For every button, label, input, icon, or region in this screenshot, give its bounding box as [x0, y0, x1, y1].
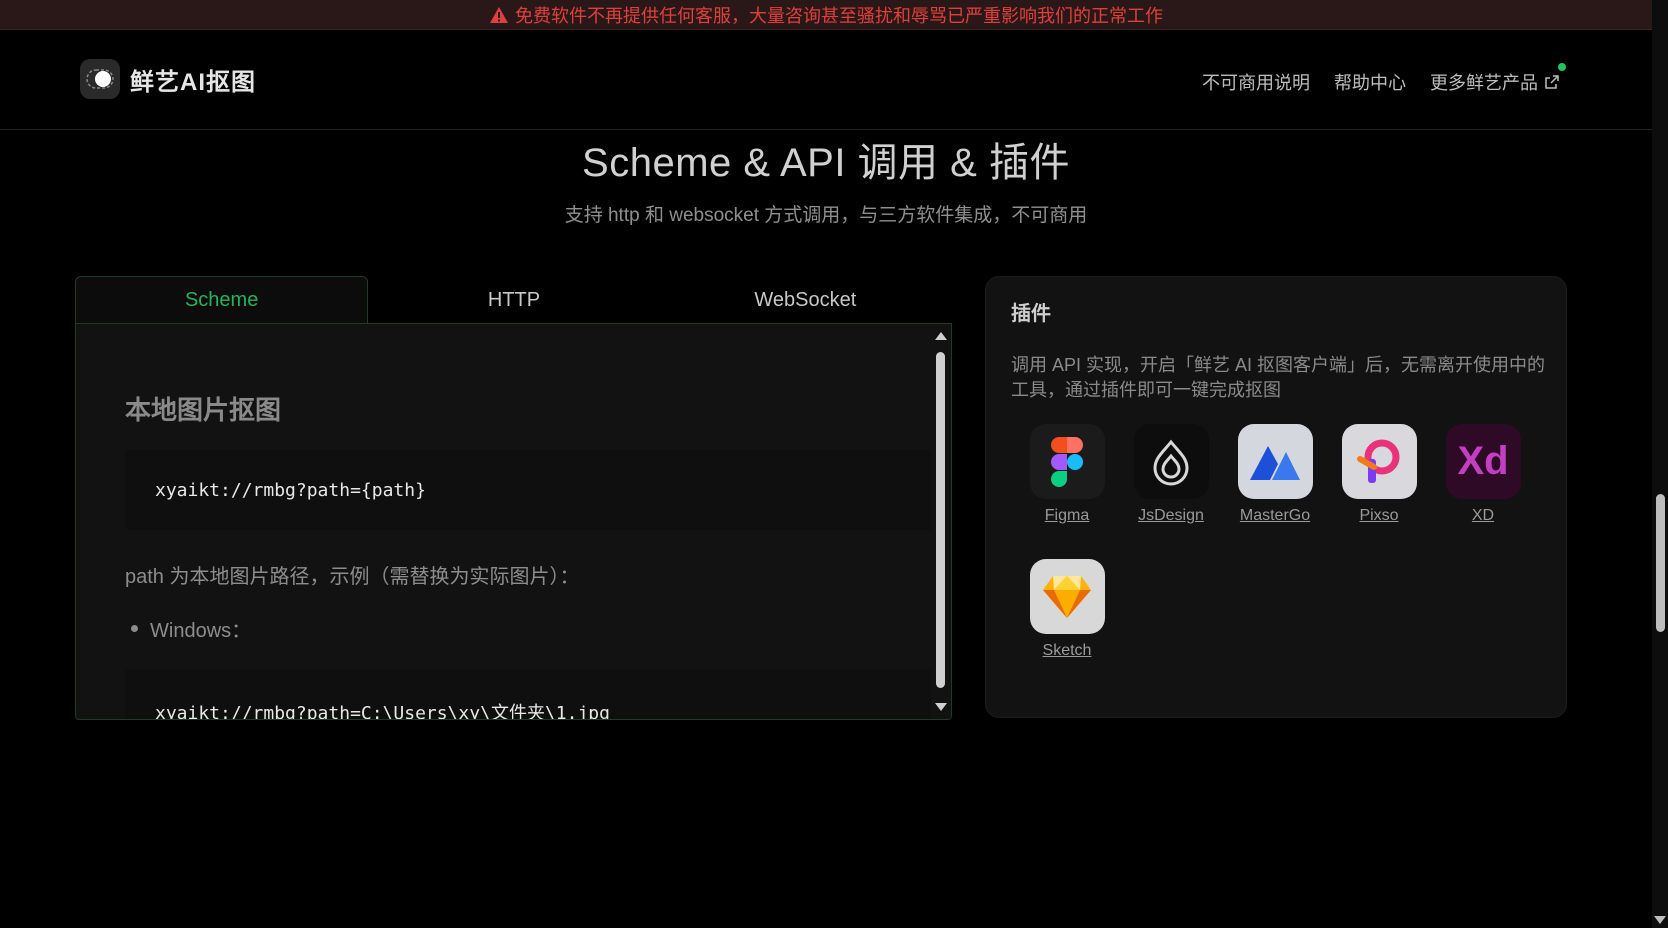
code-block-windows-example: xyaikt://rmbg?path=C:\Users\xy\文件夹\1.jpg — [125, 669, 935, 720]
plugin-label: JsDesign — [1138, 507, 1204, 524]
scroll-down-arrow-icon[interactable] — [935, 703, 947, 711]
section-subtitle: 支持 http 和 websocket 方式调用，与三方软件集成，不可商用 — [564, 205, 1088, 226]
panel-scrollbar[interactable] — [931, 324, 951, 719]
plugin-label: Sketch — [1042, 642, 1092, 659]
logo-icon — [80, 59, 120, 99]
warning-text: 免费软件不再提供任何客服，大量咨询甚至骚扰和辱骂已严重影响我们的正常工作 — [515, 5, 1163, 26]
warning-triangle-icon — [490, 6, 508, 23]
bullet-dot — [131, 625, 138, 632]
local-image-heading: 本地图片抠图 — [125, 395, 282, 425]
section-title: Scheme & API 调用 & 插件 — [582, 141, 1070, 185]
code-block-scheme: xyaikt://rmbg?path={path} — [125, 450, 935, 530]
mastergo-icon — [1237, 424, 1313, 499]
logo[interactable]: 鲜艺AI抠图 — [80, 59, 256, 99]
nav-help-link[interactable]: 帮助中心 — [1334, 69, 1406, 95]
tab-websocket[interactable]: WebSocket — [660, 276, 951, 324]
plugin-sketch[interactable]: Sketch — [1012, 559, 1122, 660]
api-tabs: Scheme HTTP WebSocket — [75, 276, 951, 324]
nav-noncommercial-link[interactable]: 不可商用说明 — [1202, 69, 1310, 95]
page-scroll-down-arrow-icon[interactable] — [1654, 916, 1666, 924]
page-scrollbar[interactable] — [1652, 0, 1668, 928]
path-description: path 为本地图片路径，示例（需替换为实际图片）： — [125, 566, 580, 588]
figma-icon — [1029, 424, 1105, 499]
scrollbar-thumb[interactable] — [936, 352, 945, 688]
top-navigation: 鲜艺AI抠图 不可商用说明 帮助中心 更多鲜艺产品 — [0, 29, 1652, 130]
sketch-icon — [1029, 559, 1105, 634]
plugin-label: XD — [1471, 507, 1495, 524]
plugin-figma[interactable]: Figma — [1012, 424, 1122, 525]
plugin-label: Figma — [1044, 507, 1090, 524]
external-link-icon — [1545, 75, 1559, 89]
plugins-description: 调用 API 实现，开启「鲜艺 AI 抠图客户端」后，无需离开使用中的工具，通过… — [1011, 355, 1546, 400]
adobe-xd-icon: Xd — [1445, 424, 1521, 499]
tab-http[interactable]: HTTP — [368, 276, 659, 324]
plugins-panel: 插件 调用 API 实现，开启「鲜艺 AI 抠图客户端」后，无需离开使用中的工具… — [985, 276, 1567, 718]
windows-label: Windows： — [150, 620, 252, 642]
plugin-label: Pixso — [1359, 507, 1399, 524]
plugin-pixso[interactable]: Pixso — [1324, 424, 1434, 525]
logo-text: 鲜艺AI抠图 — [130, 68, 256, 96]
code-text-scheme: xyaikt://rmbg?path={path} — [155, 479, 426, 501]
scroll-up-arrow-icon[interactable] — [935, 332, 947, 340]
plugins-title: 插件 — [1011, 303, 1051, 325]
plugin-xd[interactable]: Xd XD — [1428, 424, 1538, 525]
plugin-jsdesign[interactable]: JsDesign — [1116, 424, 1226, 525]
nav-links: 不可商用说明 帮助中心 更多鲜艺产品 — [1178, 63, 1566, 95]
nav-more-products-link[interactable]: 更多鲜艺产品 — [1430, 63, 1566, 95]
scheme-panel: 本地图片抠图 xyaikt://rmbg?path={path} path 为本… — [75, 323, 952, 720]
plugin-mastergo[interactable]: MasterGo — [1220, 424, 1330, 525]
warning-banner: 免费软件不再提供任何客服，大量咨询甚至骚扰和辱骂已严重影响我们的正常工作 — [0, 0, 1652, 30]
jsdesign-icon — [1133, 424, 1209, 499]
pixso-icon — [1341, 424, 1417, 499]
plugin-label: MasterGo — [1239, 507, 1311, 524]
code-text-windows-example: xyaikt://rmbg?path=C:\Users\xy\文件夹\1.jpg — [155, 703, 610, 720]
nav-more-products-label: 更多鲜艺产品 — [1430, 73, 1538, 93]
tab-scheme[interactable]: Scheme — [75, 276, 369, 324]
page-scrollbar-thumb[interactable] — [1656, 494, 1665, 632]
list-item-windows: Windows： — [131, 614, 251, 643]
notification-dot — [1558, 63, 1566, 71]
